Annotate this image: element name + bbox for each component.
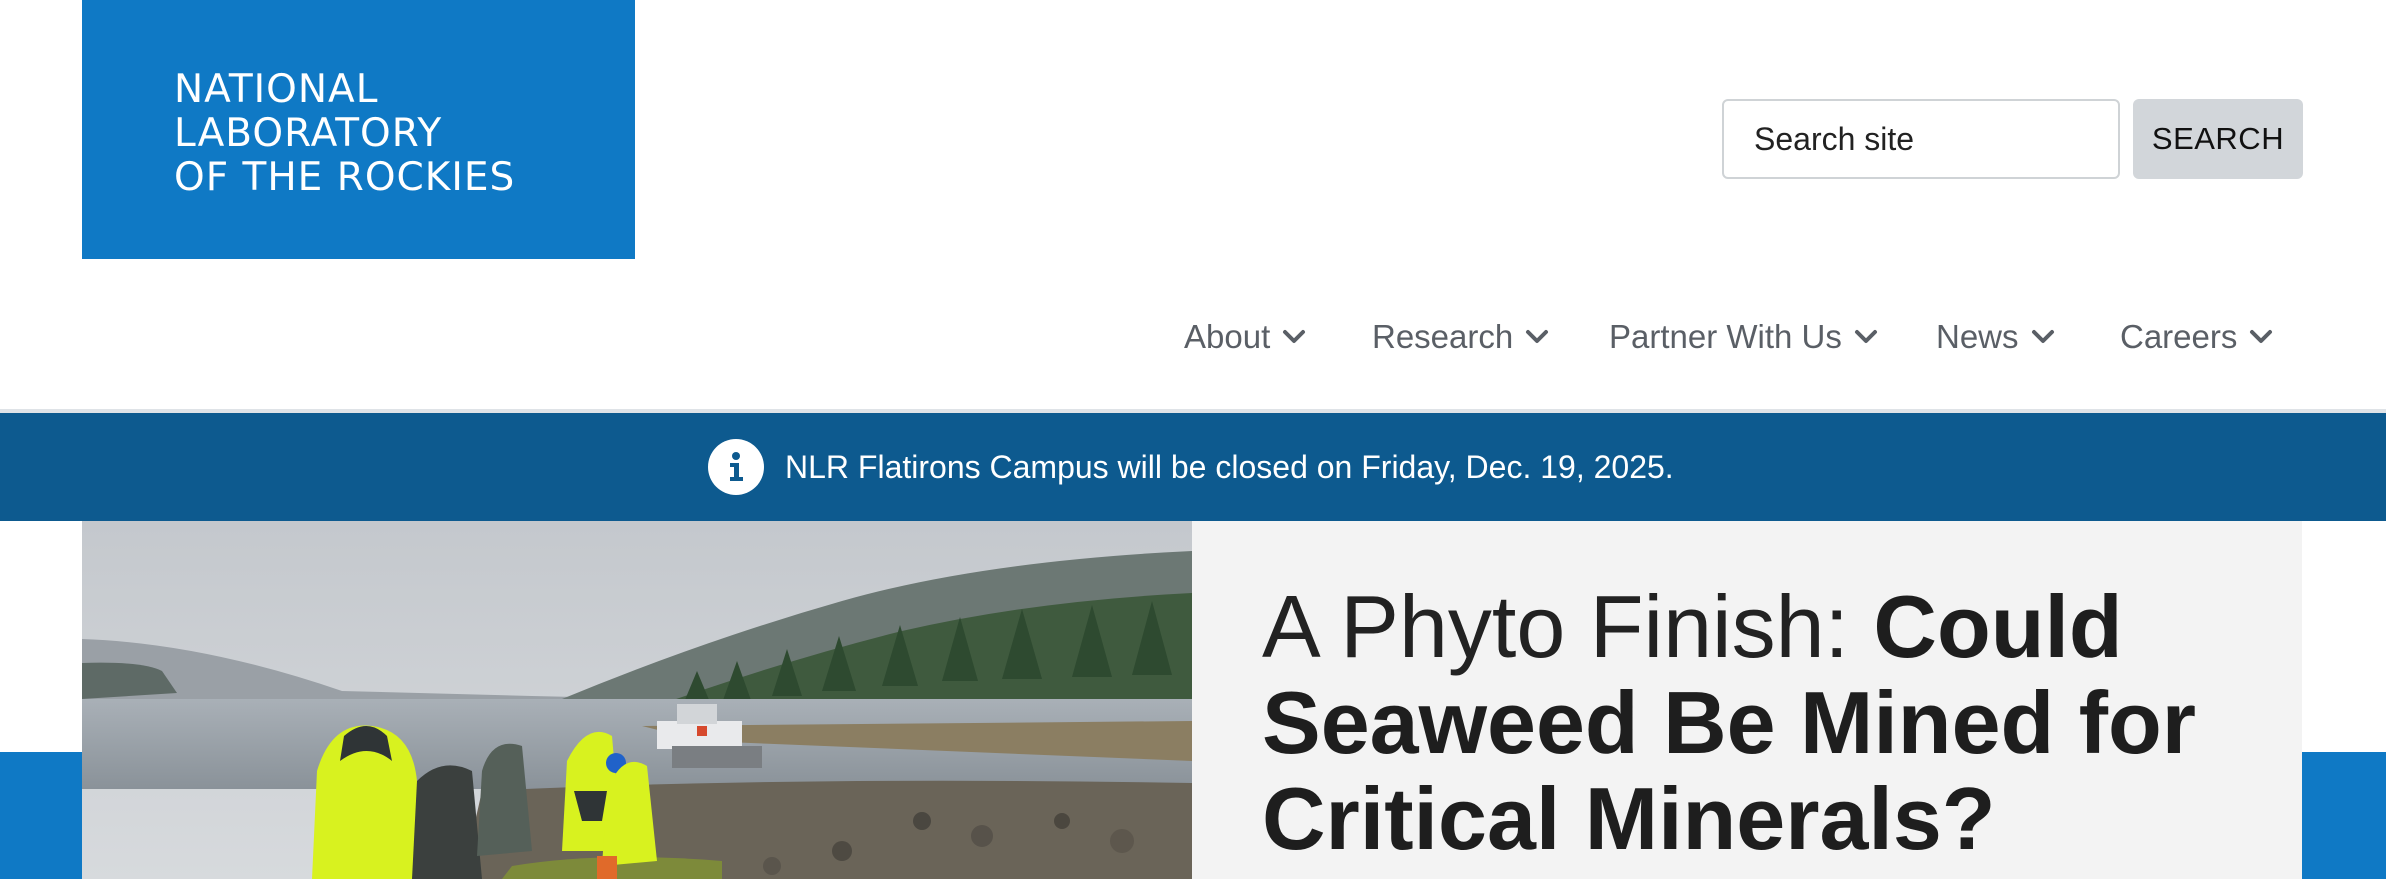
logo-line-1: NATIONAL bbox=[174, 67, 379, 112]
hero-title[interactable]: A Phyto Finish: Could Seaweed Be Mined f… bbox=[1262, 579, 2262, 867]
logo-line-3: OF THE ROCKIES bbox=[174, 155, 516, 200]
hero-title-lead: A Phyto Finish: bbox=[1262, 577, 1849, 676]
alert-banner: NLR Flatirons Campus will be closed on F… bbox=[0, 413, 2386, 521]
hero-card: A Phyto Finish: Could Seaweed Be Mined f… bbox=[1192, 521, 2302, 879]
hero-image[interactable] bbox=[82, 521, 1192, 879]
nav-item-partner-with-us[interactable]: Partner With Us bbox=[1609, 318, 1878, 356]
chevron-down-icon bbox=[1526, 330, 1549, 343]
chevron-down-icon bbox=[2031, 330, 2054, 343]
search-button[interactable]: SEARCH bbox=[2133, 99, 2303, 179]
main-nav: About Research Partner With Us News Care… bbox=[1184, 318, 2386, 370]
search-input[interactable] bbox=[1722, 99, 2120, 179]
nav-item-research[interactable]: Research bbox=[1372, 318, 1549, 356]
nav-item-news[interactable]: News bbox=[1936, 318, 2055, 356]
info-icon bbox=[708, 439, 764, 495]
blue-band-right bbox=[2302, 752, 2386, 879]
nav-item-about[interactable]: About bbox=[1184, 318, 1306, 356]
chevron-down-icon bbox=[1283, 330, 1306, 343]
blue-band-left bbox=[0, 752, 82, 879]
logo-line-2: LABORATORY bbox=[174, 111, 443, 156]
chevron-down-icon bbox=[1854, 330, 1877, 343]
nav-label-research: Research bbox=[1372, 318, 1514, 355]
nav-item-careers[interactable]: Careers bbox=[2120, 318, 2273, 356]
chevron-down-icon bbox=[2250, 330, 2273, 343]
nav-label-careers: Careers bbox=[2120, 318, 2238, 355]
nav-label-news: News bbox=[1936, 318, 2019, 355]
alert-text: NLR Flatirons Campus will be closed on F… bbox=[785, 449, 1674, 485]
nav-label-partner-with-us: Partner With Us bbox=[1609, 318, 1842, 355]
site-logo[interactable]: NATIONAL LABORATORY OF THE ROCKIES bbox=[82, 0, 635, 259]
nav-label-about: About bbox=[1184, 318, 1271, 355]
